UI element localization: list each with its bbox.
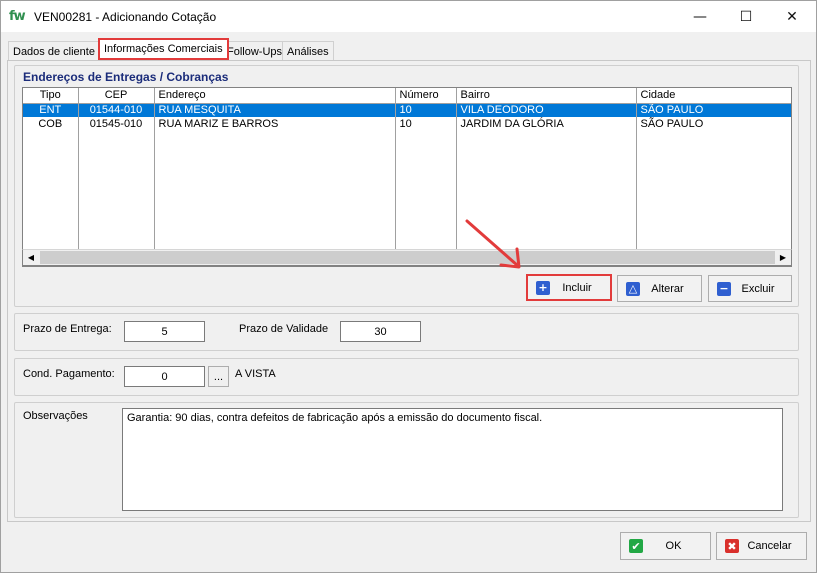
annotation-arrow-icon (465, 219, 521, 269)
x-icon: ✖ (725, 539, 739, 553)
plus-icon: + (536, 280, 550, 295)
cell-numero: 10 (395, 117, 457, 131)
column-header-cidade[interactable]: Cidade (636, 88, 791, 104)
cond-pagamento-label: Cond. Pagamento: (23, 368, 115, 380)
column-header-cep[interactable]: CEP (78, 88, 155, 104)
title-bar: fw VEN00281 - Adicionando Cotação — ☐ ✕ (1, 1, 816, 32)
grid-header-row: Tipo CEP Endereço Número Bairro Cidade (23, 88, 791, 104)
app-logo: fw (9, 9, 26, 24)
maximize-button[interactable]: ☐ (723, 1, 769, 32)
window-title: VEN00281 - Adicionando Cotação (34, 10, 217, 24)
table-row[interactable]: COB 01545-010 RUA MARIZ E BARROS 10 JARD… (23, 117, 791, 131)
horizontal-scrollbar[interactable]: ◀ ▶ (22, 249, 792, 266)
table-row[interactable]: ENT 01544-010 RUA MESQUITA 10 VILA DEODO… (23, 103, 791, 117)
grid-empty-area (23, 131, 791, 261)
column-header-bairro[interactable]: Bairro (456, 88, 637, 104)
cell-cep: 01544-010 (78, 103, 155, 117)
incluir-label: Incluir (562, 281, 592, 294)
addresses-grid[interactable]: Tipo CEP Endereço Número Bairro Cidade E… (22, 87, 792, 267)
cancelar-button[interactable]: ✖ Cancelar (716, 532, 807, 560)
cond-pagamento-description: A VISTA (235, 368, 276, 380)
column-header-numero[interactable]: Número (395, 88, 457, 104)
prazo-entrega-label: Prazo de Entrega: (23, 323, 112, 335)
alterar-button[interactable]: △ Alterar (617, 275, 702, 302)
cell-cidade: SÃO PAULO (636, 103, 791, 117)
excluir-label: Excluir (741, 282, 775, 295)
cond-pagamento-lookup-button[interactable]: ... (208, 366, 229, 387)
excluir-button[interactable]: − Excluir (708, 275, 792, 302)
close-icon: ✕ (786, 8, 798, 25)
maximize-icon: ☐ (739, 8, 753, 25)
tab-label: Dados de cliente (13, 45, 95, 58)
cell-cidade: SÃO PAULO (636, 117, 791, 131)
minimize-button[interactable]: — (677, 1, 723, 32)
dialog-window: fw VEN00281 - Adicionando Cotação — ☐ ✕ … (0, 0, 817, 573)
cancelar-label: Cancelar (747, 540, 792, 552)
tab-dados-de-cliente[interactable]: Dados de cliente (8, 41, 100, 61)
column-header-endereco[interactable]: Endereço (154, 88, 396, 104)
cell-bairro: VILA DEODORO (456, 103, 637, 117)
tab-label: Follow-Ups (227, 45, 283, 58)
scrollbar-thumb[interactable] (40, 251, 775, 264)
triangle-up-icon: △ (626, 281, 640, 296)
tab-label: Análises (287, 45, 329, 58)
check-icon: ✔ (629, 539, 643, 553)
column-header-tipo[interactable]: Tipo (23, 88, 79, 104)
ok-button[interactable]: ✔ OK (620, 532, 711, 560)
tab-analises[interactable]: Análises (282, 41, 334, 61)
cell-tipo: COB (23, 117, 79, 131)
observacoes-textarea[interactable]: Garantia: 90 dias, contra defeitos de fa… (122, 408, 783, 511)
minus-icon: − (717, 281, 731, 296)
prazo-entrega-field[interactable]: 5 (124, 321, 205, 342)
cell-endereco: RUA MESQUITA (154, 103, 396, 117)
tab-label: Informações Comerciais (104, 43, 223, 55)
minimize-icon: — (693, 8, 707, 25)
cell-endereco: RUA MARIZ E BARROS (154, 117, 396, 131)
tab-follow-ups[interactable]: Follow-Ups (222, 41, 288, 61)
cond-pagamento-field[interactable]: 0 (124, 366, 205, 387)
incluir-button[interactable]: + Incluir (526, 274, 612, 301)
addresses-group-title: Endereços de Entregas / Cobranças (23, 70, 229, 84)
alterar-label: Alterar (651, 282, 684, 295)
observacoes-label: Observações (23, 410, 88, 422)
cell-cep: 01545-010 (78, 117, 155, 131)
tab-informacoes-comerciais[interactable]: Informações Comerciais (98, 38, 229, 60)
scroll-right-icon[interactable]: ▶ (775, 250, 791, 265)
cell-tipo: ENT (23, 103, 79, 117)
ok-label: OK (665, 540, 682, 552)
prazo-validade-label: Prazo de Validade (239, 323, 329, 335)
scroll-left-icon[interactable]: ◀ (23, 250, 39, 265)
close-button[interactable]: ✕ (769, 1, 815, 32)
cell-numero: 10 (395, 103, 457, 117)
prazo-validade-field[interactable]: 30 (340, 321, 421, 342)
cell-bairro: JARDIM DA GLÓRIA (456, 117, 637, 131)
